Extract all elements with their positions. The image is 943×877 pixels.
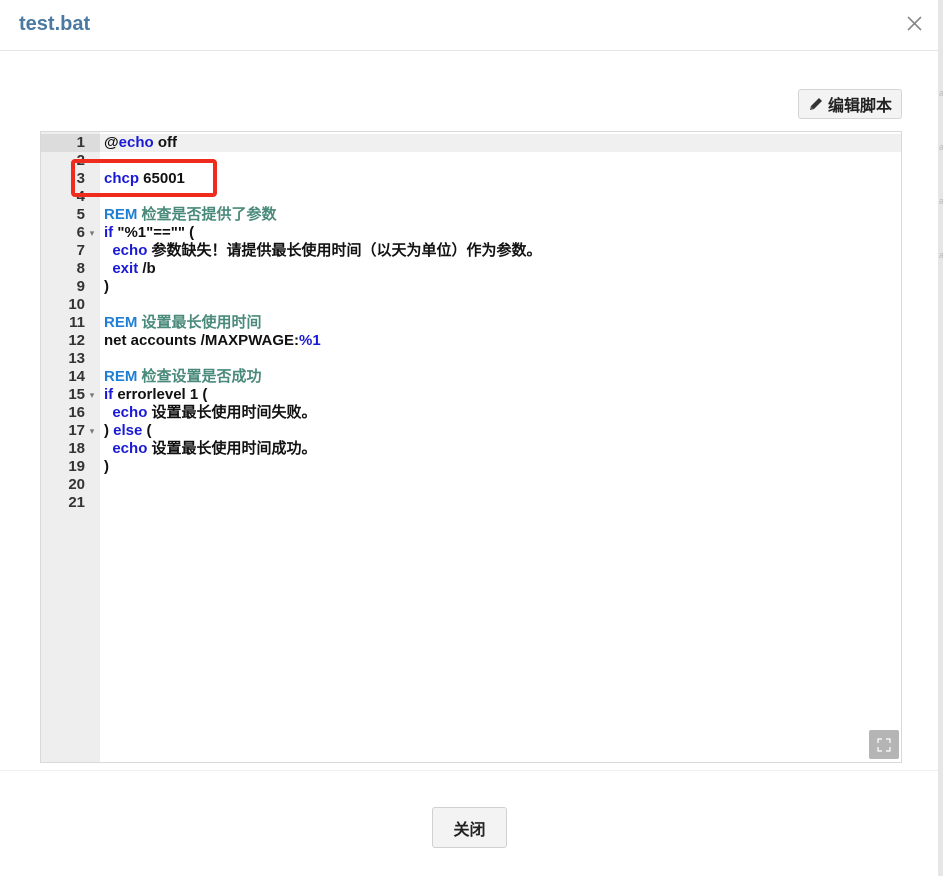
code-line[interactable]: 15 ▾ if errorlevel 1 ( — [41, 386, 901, 404]
code-line[interactable]: 11 REM 设置最长使用时间 — [41, 314, 901, 332]
code-token: 检查是否提供了参数 — [137, 206, 277, 223]
line-number: 12 — [68, 332, 85, 349]
backdrop-text-fragment: a — [939, 196, 943, 206]
code-line[interactable]: 17 ▾) else ( — [41, 422, 901, 440]
code-token: REM — [104, 206, 138, 223]
fold-arrow-icon[interactable]: ▾ — [87, 224, 97, 242]
code-line[interactable]: 5 REM 检查是否提供了参数 — [41, 206, 901, 224]
code-token: 设置最长使用时间成功。 — [147, 440, 317, 457]
code-line[interactable]: 13 — [41, 350, 901, 368]
code-token: 参数缺失！请提供最长使用时间（以天为单位）作为参数。 — [147, 242, 542, 259]
code-line[interactable]: 14 REM 检查设置是否成功 — [41, 368, 901, 386]
code-text: if "%1"=="" ( — [104, 224, 194, 242]
code-token: @ — [104, 134, 119, 151]
line-number: 9 — [76, 278, 85, 295]
code-text: REM 检查是否提供了参数 — [104, 206, 277, 224]
fold-arrow-icon[interactable]: ▾ — [87, 386, 97, 404]
code-line[interactable]: 10 — [41, 296, 901, 314]
code-line[interactable]: 9) — [41, 278, 901, 296]
code-token: net accounts /MAXPWAGE: — [104, 332, 300, 349]
code-line[interactable]: 16 echo 设置最长使用时间失败。 — [41, 404, 901, 422]
code-token: if — [104, 386, 114, 403]
close-icon — [907, 16, 922, 31]
line-number: 10 — [68, 296, 85, 313]
line-number: 6 — [76, 224, 85, 241]
code-text: REM 设置最长使用时间 — [104, 314, 262, 332]
code-line[interactable]: 21 — [41, 494, 901, 512]
code-token: "%1"=="" ( — [113, 224, 195, 241]
line-number: 21 — [68, 494, 85, 511]
code-token: if — [104, 224, 114, 241]
close-button[interactable]: 关闭 — [432, 807, 507, 848]
pencil-icon — [809, 98, 822, 110]
code-line[interactable]: 1 @echo off — [41, 134, 901, 152]
code-token: off — [153, 134, 177, 151]
script-dialog: test.bat 编辑脚本 1 @echo off 2 3 chcp 65001 4 5 RE… — [0, 0, 938, 876]
line-number: 19 — [68, 458, 85, 475]
code-line[interactable]: 6 ▾ if "%1"=="" ( — [41, 224, 901, 242]
backdrop-text-fragment: a — [939, 88, 943, 98]
code-text: exit /b — [104, 260, 156, 278]
code-token: ) — [104, 458, 109, 475]
code-token: %1 — [299, 332, 321, 349]
line-number: 17 — [68, 422, 85, 439]
expand-icon — [877, 737, 891, 752]
code-text: ) — [104, 458, 109, 476]
code-token: echo — [112, 242, 148, 259]
dialog-close-button[interactable] — [903, 12, 927, 36]
code-text: echo 参数缺失！请提供最长使用时间（以天为单位）作为参数。 — [104, 242, 542, 260]
line-number: 20 — [68, 476, 85, 493]
line-number: 7 — [76, 242, 85, 259]
code-token: /b — [138, 260, 156, 277]
code-token: ) — [104, 278, 109, 295]
edit-script-label: 编辑脚本 — [827, 98, 892, 115]
line-number: 11 — [69, 314, 85, 331]
line-number: 18 — [68, 440, 85, 457]
code-token: else — [113, 422, 143, 439]
code-text: echo 设置最长使用时间成功。 — [104, 440, 317, 458]
edit-script-button[interactable]: 编辑脚本 — [798, 89, 902, 119]
code-text: echo 设置最长使用时间失败。 — [104, 404, 317, 422]
code-token: REM — [104, 314, 138, 331]
fold-arrow-icon[interactable]: ▾ — [87, 422, 97, 440]
code-line[interactable]: 19) — [41, 458, 901, 476]
code-line[interactable]: 12 net accounts /MAXPWAGE:%1 — [41, 332, 901, 350]
line-number: 1 — [76, 134, 85, 151]
code-line[interactable]: 18 echo 设置最长使用时间成功。 — [41, 440, 901, 458]
code-token: ) — [104, 422, 114, 439]
line-number: 14 — [68, 368, 85, 385]
backdrop-text-fragment: a — [939, 250, 943, 260]
code-editor[interactable]: 1 @echo off 2 3 chcp 65001 4 5 REM 检查是否提供了参数 6 ▾ i… — [40, 131, 902, 763]
annotation-highlight-box — [71, 159, 217, 197]
code-text: net accounts /MAXPWAGE:%1 — [104, 332, 321, 350]
code-line[interactable]: 8 exit /b — [41, 260, 901, 278]
code-text: @echo off — [104, 134, 177, 152]
line-number: 8 — [76, 260, 85, 277]
code-token: 设置最长使用时间失败。 — [147, 404, 317, 421]
line-number: 5 — [76, 206, 85, 223]
backdrop-edge — [938, 0, 943, 876]
code-token: echo — [112, 404, 148, 421]
line-number: 15 — [68, 386, 85, 403]
code-token: REM — [104, 368, 138, 385]
code-line[interactable]: 7 echo 参数缺失！请提供最长使用时间（以天为单位）作为参数。 — [41, 242, 901, 260]
dialog-header: test.bat — [0, 0, 938, 51]
line-number: 16 — [68, 404, 85, 421]
code-text: ) — [104, 278, 109, 296]
code-token: errorlevel 1 ( — [113, 386, 208, 403]
code-line[interactable]: 20 — [41, 476, 901, 494]
backdrop-text-fragment: a — [939, 142, 943, 152]
fullscreen-button[interactable] — [869, 730, 899, 759]
code-token: echo — [112, 440, 148, 457]
code-token: 检查设置是否成功 — [137, 368, 262, 385]
code-token: 设置最长使用时间 — [137, 314, 262, 331]
code-token: echo — [118, 134, 154, 151]
line-number: 13 — [68, 350, 85, 367]
code-text: if errorlevel 1 ( — [104, 386, 207, 404]
code-text: ) else ( — [104, 422, 152, 440]
code-token: ( — [142, 422, 152, 439]
code-text: REM 检查设置是否成功 — [104, 368, 262, 386]
dialog-title: test.bat — [19, 13, 91, 35]
code-token: exit — [112, 260, 139, 277]
